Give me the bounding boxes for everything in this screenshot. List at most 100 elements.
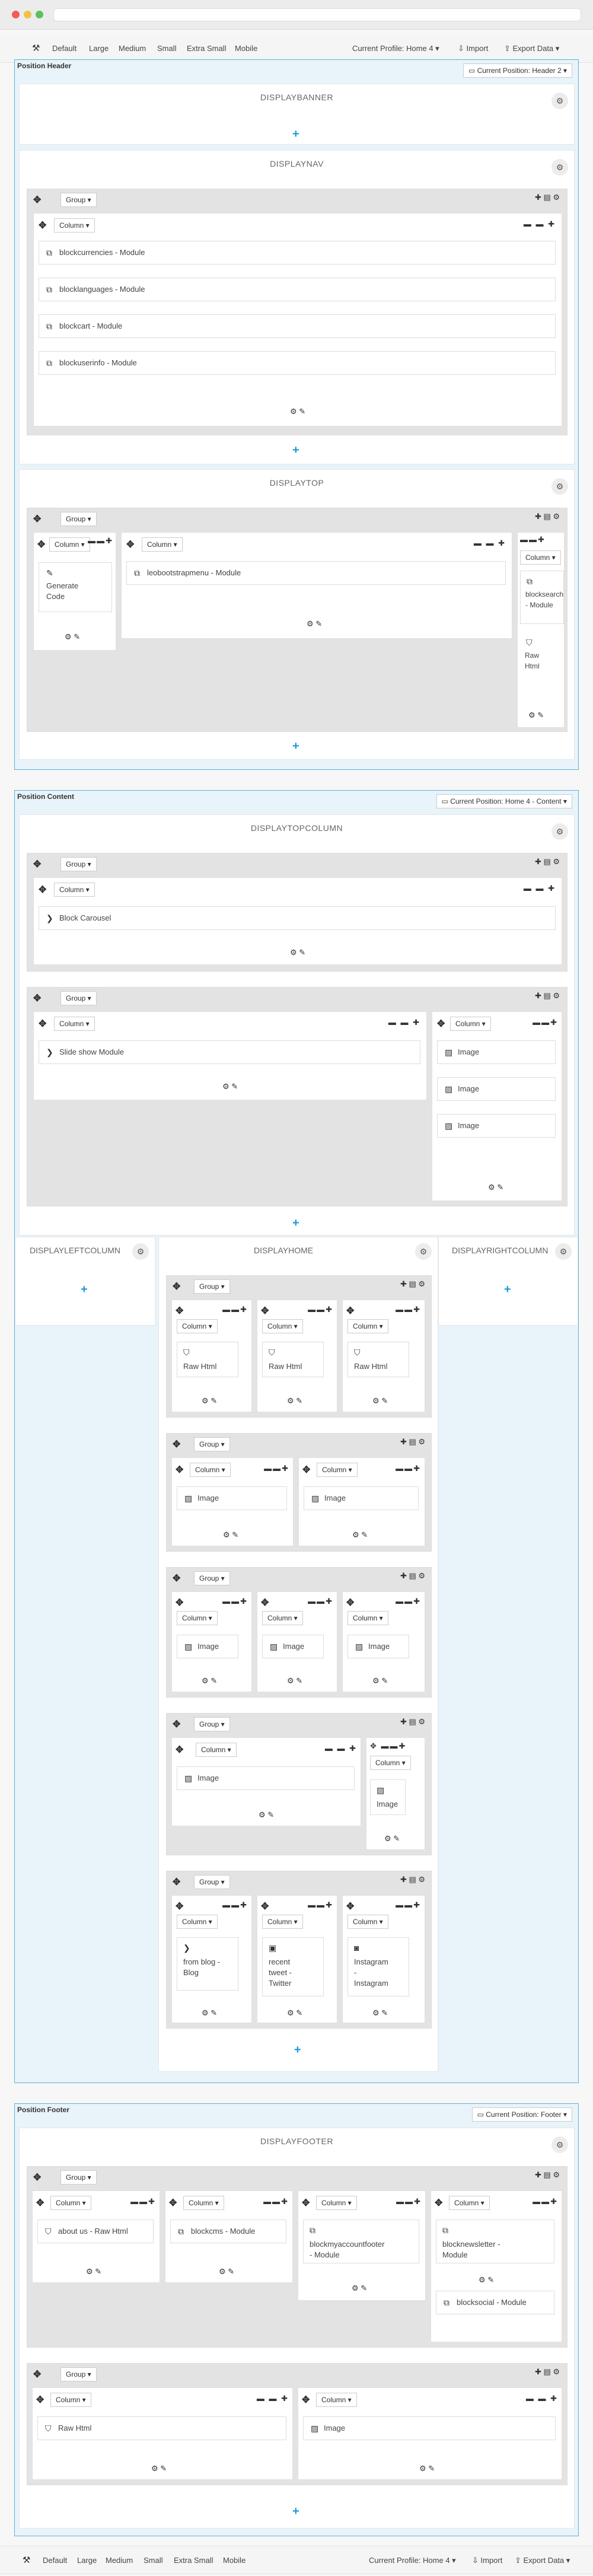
column-width-controls[interactable]: ▬ ▬ ✚: [526, 2394, 558, 2403]
column-settings-icons[interactable]: ⚙ ✎: [372, 1396, 388, 1406]
column-settings-icons[interactable]: ⚙ ✎: [287, 1396, 302, 1406]
column-settings-icons[interactable]: ⚙ ✎: [202, 1676, 217, 1686]
profile-dropdown[interactable]: Current Profile: Home 4 ▾: [369, 2556, 456, 2565]
device-medium[interactable]: Medium: [119, 44, 146, 53]
move-icon[interactable]: ✥: [261, 1900, 269, 1912]
module-blocksocial[interactable]: ⧉ blocksocial - Module: [436, 2291, 554, 2314]
module-raw-html[interactable]: ⛉ Raw Html: [262, 1342, 324, 1377]
column-dropdown[interactable]: Column ▾: [520, 550, 561, 565]
column-dropdown[interactable]: Column ▾: [316, 2196, 357, 2210]
module-raw-html[interactable]: ⛉ Raw Html: [347, 1342, 409, 1377]
add-group-icon[interactable]: +: [292, 740, 299, 752]
module-blockmyaccountfooter[interactable]: ⧉ blockmyaccountfooter - Module: [303, 2220, 419, 2263]
device-mobile[interactable]: Mobile: [235, 44, 257, 53]
module-image[interactable]: ▨ Image: [437, 1077, 556, 1101]
move-icon[interactable]: ✥: [39, 1018, 46, 1030]
move-icon[interactable]: ✥: [33, 513, 41, 525]
move-icon[interactable]: ✥: [302, 1464, 310, 1476]
device-large[interactable]: Large: [77, 2556, 97, 2565]
move-icon[interactable]: ✥: [176, 1900, 183, 1912]
module-image[interactable]: ▨ Image: [177, 1486, 287, 1510]
add-group-icon[interactable]: +: [292, 2505, 299, 2517]
move-icon[interactable]: ✥: [176, 1305, 183, 1317]
group-dropdown[interactable]: Group ▾: [60, 193, 97, 207]
column-dropdown[interactable]: Column ▾: [262, 1319, 303, 1333]
column-width-controls[interactable]: ▬▬✚: [88, 536, 113, 546]
column-dropdown[interactable]: Column ▾: [142, 537, 183, 552]
module-image[interactable]: ▨ Image: [177, 1635, 238, 1658]
gear-icon[interactable]: ⚙: [551, 478, 568, 495]
move-icon[interactable]: ✥: [176, 1464, 183, 1476]
column-settings-icons[interactable]: ⚙ ✎: [202, 1396, 217, 1406]
device-small[interactable]: Small: [144, 2556, 163, 2565]
group-tools[interactable]: ✚ ▤ ⚙: [535, 2170, 560, 2180]
minimize-dot-icon[interactable]: [24, 11, 31, 18]
module-blog[interactable]: ❯ from blog - Blog: [177, 1937, 238, 1991]
column-settings-icons[interactable]: ⚙ ✎: [259, 1810, 274, 1820]
column-dropdown[interactable]: Column ▾: [347, 1319, 388, 1333]
move-icon[interactable]: ✥: [36, 2197, 44, 2209]
gear-icon[interactable]: ⚙: [551, 93, 568, 109]
move-icon[interactable]: ✥: [36, 2394, 44, 2406]
add-group-icon[interactable]: +: [292, 128, 299, 140]
group-dropdown[interactable]: Group ▾: [60, 991, 97, 1005]
move-icon[interactable]: ✥: [173, 1876, 180, 1888]
column-settings-icons[interactable]: ⚙ ✎: [219, 2267, 234, 2276]
module-image[interactable]: ▨ Image: [262, 1635, 324, 1658]
column-width-controls[interactable]: ▬ ▬ ✚: [257, 2394, 289, 2403]
move-icon[interactable]: ✥: [346, 1900, 354, 1912]
move-icon[interactable]: ✥: [435, 2197, 442, 2209]
module-image[interactable]: ▨ Image: [304, 1486, 419, 1510]
column-settings-icons[interactable]: ⚙ ✎: [86, 2267, 101, 2276]
module-instagram[interactable]: ◙ Instagram - Instagram: [347, 1937, 409, 1997]
module-raw-html[interactable]: ⛉ Raw Html: [37, 2416, 286, 2440]
module-image[interactable]: ▨ Image: [303, 2416, 556, 2440]
module-blockuserinfo[interactable]: ⧉ blockuserinfo - Module: [39, 351, 556, 375]
device-extra-small[interactable]: Extra Small: [187, 44, 226, 53]
move-icon[interactable]: ✥: [173, 1281, 180, 1292]
column-settings-icons[interactable]: ⚙ ✎: [287, 2008, 302, 2018]
move-icon[interactable]: ✥: [261, 1597, 269, 1609]
module-slideshow[interactable]: ❯ Slide show Module: [39, 1040, 420, 1064]
column-dropdown[interactable]: Column ▾: [49, 537, 90, 552]
move-icon[interactable]: ✥: [126, 539, 134, 550]
move-icon[interactable]: ✥: [33, 2368, 41, 2380]
device-small[interactable]: Small: [157, 44, 177, 53]
magic-wand-icon[interactable]: ⚒: [32, 43, 40, 53]
group-tools[interactable]: ✚ ▤ ⚙: [400, 1875, 425, 1884]
column-settings-icons[interactable]: ⚙ ✎: [419, 2464, 435, 2473]
column-width-controls[interactable]: ▬ ▬ ✚: [474, 539, 506, 548]
magic-wand-icon[interactable]: ⚒: [23, 2555, 30, 2565]
module-twitter[interactable]: ▣ recent tweet - Twitter: [262, 1937, 324, 1997]
group-tools[interactable]: ✚ ▤ ⚙: [535, 512, 560, 521]
column-dropdown[interactable]: Column ▾: [50, 2393, 91, 2407]
column-dropdown[interactable]: Column ▾: [449, 2196, 490, 2210]
column-dropdown[interactable]: Column ▾: [177, 1611, 218, 1625]
move-icon[interactable]: ✥: [33, 2171, 41, 2183]
column-dropdown[interactable]: Column ▾: [347, 1915, 388, 1929]
module-raw-html[interactable]: ⛉ Raw Html: [177, 1342, 238, 1377]
group-dropdown[interactable]: Group ▾: [60, 512, 97, 526]
module-blockcurrencies[interactable]: ⧉ blockcurrencies - Module: [39, 241, 556, 265]
column-settings-icons[interactable]: ⚙ ✎: [352, 1530, 368, 1540]
column-dropdown[interactable]: Column ▾: [450, 1017, 491, 1031]
column-dropdown[interactable]: Column ▾: [262, 1915, 303, 1929]
move-icon[interactable]: ✥: [173, 1718, 180, 1730]
column-width-controls[interactable]: ▬▬✚: [263, 2197, 289, 2206]
column-width-controls[interactable]: ▬ ▬ ✚: [325, 1744, 357, 1753]
add-group-icon[interactable]: +: [292, 444, 299, 456]
column-width-controls[interactable]: ▬▬✚: [396, 1900, 421, 1910]
module-block-carousel[interactable]: ❯ Block Carousel: [39, 906, 556, 930]
export-button[interactable]: ⇪ Export Data ▾: [504, 44, 559, 53]
module-generate-code[interactable]: ✎ Generate Code: [39, 562, 112, 612]
move-icon[interactable]: ✥: [302, 2394, 310, 2406]
move-icon[interactable]: ✥: [33, 858, 41, 870]
column-width-controls[interactable]: ▬▬✚: [396, 1464, 421, 1473]
column-width-controls[interactable]: ▬▬✚: [308, 1597, 333, 1606]
import-button[interactable]: ⇩ Import: [472, 2556, 502, 2565]
group-tools[interactable]: ✚ ▤ ⚙: [535, 991, 560, 1001]
column-dropdown[interactable]: Column ▾: [54, 883, 95, 897]
group-tools[interactable]: ✚ ▤ ⚙: [535, 2367, 560, 2377]
column-width-controls[interactable]: ▬▬✚: [130, 2197, 156, 2206]
group-dropdown[interactable]: Group ▾: [194, 1279, 230, 1294]
